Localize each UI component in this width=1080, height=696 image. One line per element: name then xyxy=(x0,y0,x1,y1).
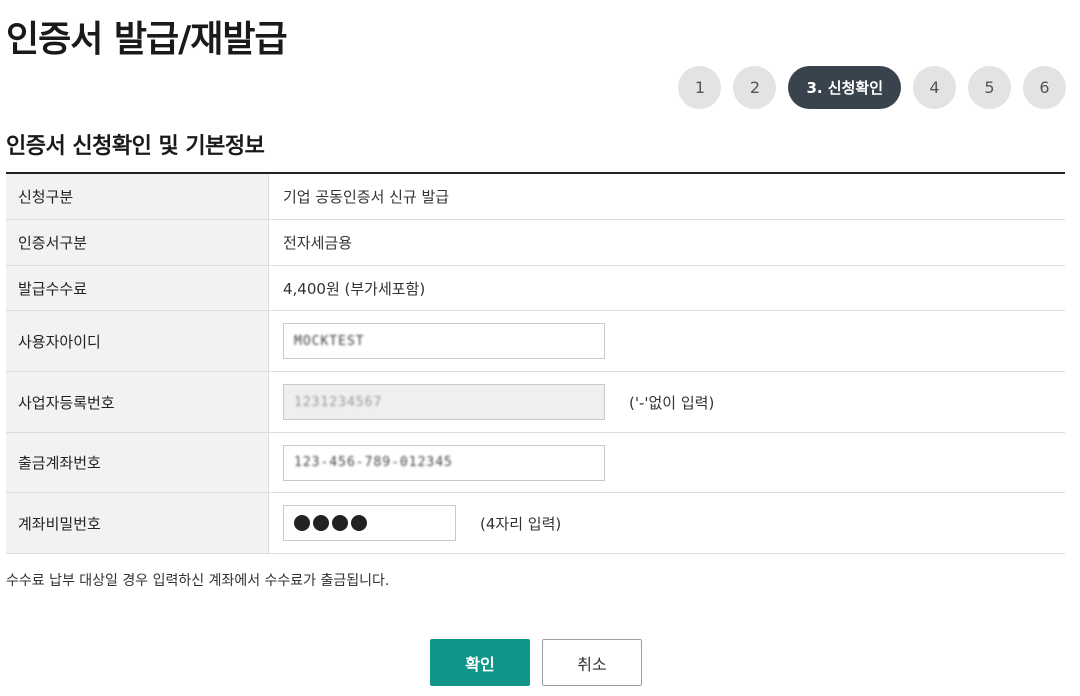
row-value: 123-456-789-012345 xyxy=(269,433,1065,492)
table-row-application-type: 신청구분 기업 공동인증서 신규 발급 xyxy=(6,174,1065,220)
table-row-fee: 발급수수료 4,400원 (부가세포함) xyxy=(6,266,1065,311)
row-value: 기업 공동인증서 신규 발급 xyxy=(269,174,1065,219)
user-id-masked-value: MOCKTEST xyxy=(294,333,365,349)
info-table: 신청구분 기업 공동인증서 신규 발급 인증서구분 전자세금용 발급수수료 4,… xyxy=(6,172,1065,554)
cert-issue-page: 인증서 발급/재발급 1 2 3. 신청확인 4 5 6 인증서 신청확인 및 … xyxy=(0,0,1080,696)
step-2: 2 xyxy=(733,66,777,109)
row-label: 계좌비밀번호 xyxy=(6,493,269,553)
table-row-cert-type: 인증서구분 전자세금용 xyxy=(6,220,1065,266)
account-number-field[interactable]: 123-456-789-012345 xyxy=(283,444,605,481)
row-value: MOCKTEST xyxy=(269,311,1065,371)
step-3-current: 3. 신청확인 xyxy=(788,66,901,109)
row-value: 전자세금용 xyxy=(269,220,1065,265)
row-label: 신청구분 xyxy=(6,174,269,219)
page-title: 인증서 발급/재발급 xyxy=(6,19,288,60)
business-number-masked-value: 1231234567 xyxy=(294,394,383,410)
row-value: 4,400원 (부가세포함) xyxy=(269,266,1065,310)
account-number-masked-value: 123-456-789-012345 xyxy=(294,455,453,470)
row-label: 사업자등록번호 xyxy=(6,372,269,432)
step-1: 1 xyxy=(678,66,722,109)
row-label: 발급수수료 xyxy=(6,266,269,310)
business-number-field: 1231234567 xyxy=(283,384,605,420)
fee-notice: 수수료 납부 대상일 경우 입력하신 계좌에서 수수료가 출금됩니다. xyxy=(6,573,390,589)
step-4: 4 xyxy=(913,66,956,109)
row-label: 출금계좌번호 xyxy=(6,433,269,492)
user-id-field[interactable]: MOCKTEST xyxy=(283,323,605,359)
account-password-hint: (4자리 입력) xyxy=(480,514,562,533)
row-label: 사용자아이디 xyxy=(6,311,269,371)
password-dot xyxy=(332,515,348,531)
step-6: 6 xyxy=(1023,66,1066,109)
password-dot xyxy=(351,515,367,531)
row-value: 1231234567 ('-'없이 입력) xyxy=(269,372,1065,432)
confirm-button[interactable]: 확인 xyxy=(430,639,530,686)
section-title: 인증서 신청확인 및 기본정보 xyxy=(6,134,265,159)
table-row-user-id: 사용자아이디 MOCKTEST xyxy=(6,311,1065,372)
cert-type-value: 전자세금용 xyxy=(283,234,353,252)
action-buttons: 확인 취소 xyxy=(430,639,642,686)
business-number-hint: ('-'없이 입력) xyxy=(629,393,715,412)
password-dot xyxy=(294,515,310,531)
step-indicator: 1 2 3. 신청확인 4 5 6 xyxy=(678,66,1066,109)
fee-value: 4,400원 (부가세포함) xyxy=(283,279,426,298)
account-password-field[interactable] xyxy=(283,505,456,541)
row-value: (4자리 입력) xyxy=(269,493,1065,553)
step-5: 5 xyxy=(968,66,1011,109)
table-row-account-password: 계좌비밀번호 (4자리 입력) xyxy=(6,493,1065,554)
application-type-value: 기업 공동인증서 신규 발급 xyxy=(283,188,450,206)
row-label: 인증서구분 xyxy=(6,220,269,265)
table-row-account-number: 출금계좌번호 123-456-789-012345 xyxy=(6,433,1065,493)
password-dot xyxy=(313,515,329,531)
cancel-button[interactable]: 취소 xyxy=(542,639,642,686)
table-row-business-number: 사업자등록번호 1231234567 ('-'없이 입력) xyxy=(6,372,1065,433)
password-dots xyxy=(294,515,367,531)
